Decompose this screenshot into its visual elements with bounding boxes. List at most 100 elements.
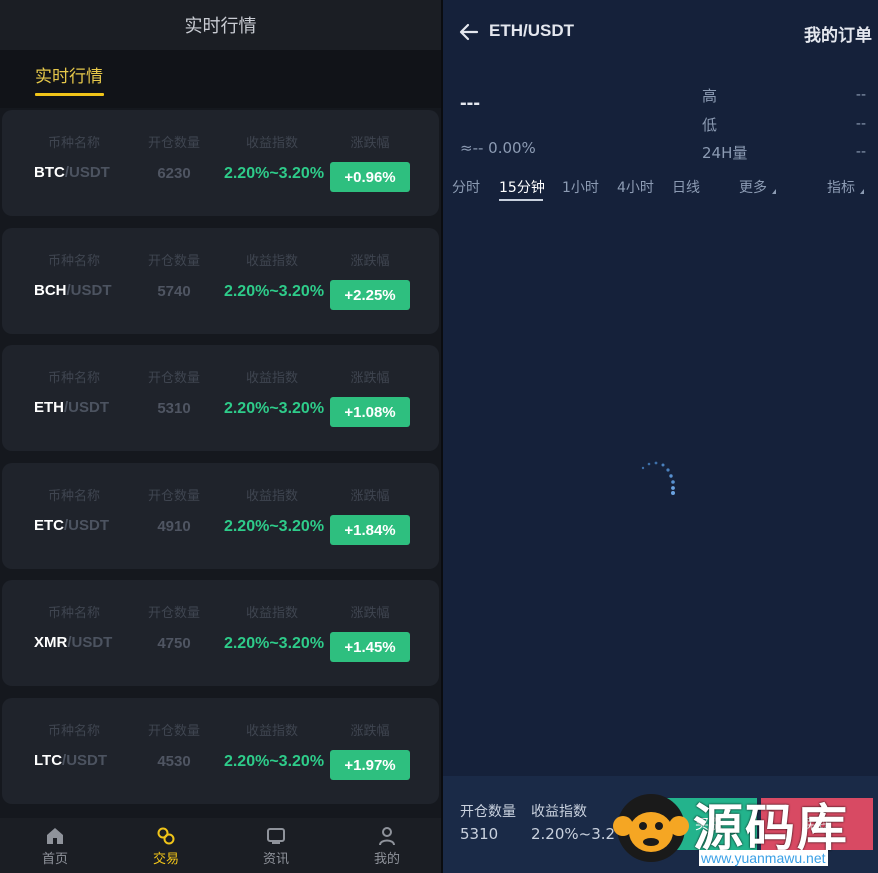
market-header: 实时行情 <box>0 0 441 50</box>
col-header-index: 收益指数 <box>245 254 299 269</box>
col-header-change: 涨跌幅 <box>350 136 390 151</box>
current-price: --- <box>460 92 480 114</box>
timeframe-more-dropdown[interactable]: 更多 <box>739 177 776 197</box>
col-header-qty: 开仓数量 <box>147 724 201 739</box>
nav-home[interactable]: 首页 <box>25 826 85 867</box>
col-header-change: 涨跌幅 <box>350 371 390 386</box>
open-qty: 6230 <box>157 165 191 182</box>
dropdown-triangle-icon <box>860 189 864 194</box>
nav-trade[interactable]: 交易 <box>136 826 196 867</box>
open-qty: 5310 <box>157 400 191 417</box>
market-panel: 实时行情 实时行情 币种名称 开仓数量 收益指数 涨跌幅 BTC/USDT 62… <box>0 0 441 873</box>
market-card-xmr[interactable]: 币种名称 开仓数量 收益指数 涨跌幅 XMR/USDT 4750 2.20%~3… <box>2 580 439 686</box>
yield-index: 2.20%~3.20% <box>223 753 325 770</box>
col-header-name: 币种名称 <box>47 254 101 269</box>
col-header-name: 币种名称 <box>47 724 101 739</box>
trade-icon <box>157 827 175 845</box>
bottom-nav: 首页 交易 资讯 我的 <box>0 818 441 873</box>
timeframe-tick[interactable]: 分时 <box>452 177 480 197</box>
page-title: 实时行情 <box>184 16 257 37</box>
monkey-logo-icon <box>613 794 689 862</box>
col-header-qty: 开仓数量 <box>147 489 201 504</box>
change-badge: +1.84% <box>330 515 410 545</box>
nav-news[interactable]: 资讯 <box>246 826 306 867</box>
market-tabbar: 实时行情 <box>0 50 441 108</box>
tab-active-indicator <box>35 93 104 96</box>
yield-index-label: 收益指数 <box>531 804 587 820</box>
change-badge: +1.08% <box>330 397 410 427</box>
col-header-index: 收益指数 <box>245 606 299 621</box>
nav-trade-label: 交易 <box>152 852 179 867</box>
symbol: XMR/USDT <box>34 634 113 651</box>
col-header-index: 收益指数 <box>245 136 299 151</box>
col-header-qty: 开仓数量 <box>147 606 201 621</box>
open-qty: 4750 <box>157 635 191 652</box>
col-header-name: 币种名称 <box>47 606 101 621</box>
nav-mine-label: 我的 <box>373 852 400 867</box>
symbol: BCH/USDT <box>34 282 112 299</box>
dropdown-triangle-icon <box>772 189 776 194</box>
col-header-change: 涨跌幅 <box>350 489 390 504</box>
open-qty-label: 开仓数量 <box>460 804 516 820</box>
yield-index: 2.20%~3.20% <box>223 635 325 652</box>
tab-realtime-quotes[interactable]: 实时行情 <box>35 62 103 87</box>
col-header-name: 币种名称 <box>47 136 101 151</box>
stat-24h-volume-value: -- <box>855 144 866 160</box>
yield-index: 2.20%~3.20% <box>223 283 325 300</box>
stat-low-label: 低 <box>702 116 718 134</box>
symbol: LTC/USDT <box>34 752 108 769</box>
symbol: ETC/USDT <box>34 517 109 534</box>
timeframe-15m[interactable]: 15分钟 <box>499 177 545 197</box>
col-header-index: 收益指数 <box>245 489 299 504</box>
col-header-change: 涨跌幅 <box>350 254 390 269</box>
news-icon <box>267 828 285 844</box>
nav-mine[interactable]: 我的 <box>357 826 417 867</box>
timeframe-active-indicator <box>499 199 543 201</box>
symbol: BTC/USDT <box>34 164 110 181</box>
nav-home-label: 首页 <box>41 852 68 867</box>
change-badge: +2.25% <box>330 280 410 310</box>
pair-title: ETH/USDT <box>489 21 574 40</box>
col-header-qty: 开仓数量 <box>147 136 201 151</box>
yield-index: 2.20%~3.20% <box>223 400 325 417</box>
timeframe-daily[interactable]: 日线 <box>672 177 700 197</box>
col-header-qty: 开仓数量 <box>147 254 201 269</box>
trade-bar: 开仓数量 5310 收益指数 2.20%~3.2 买涨 买跌 源码库 www.y… <box>443 776 878 873</box>
home-icon <box>47 828 63 844</box>
open-qty: 4530 <box>157 753 191 770</box>
watermark: 源码库 www.yuanmawu.net <box>611 788 873 868</box>
user-icon <box>379 827 395 846</box>
col-header-change: 涨跌幅 <box>350 606 390 621</box>
stat-high-label: 高 <box>702 87 718 105</box>
yield-index: 2.20%~3.20% <box>223 518 325 535</box>
col-header-index: 收益指数 <box>245 371 299 386</box>
loading-spinner-icon <box>641 461 675 495</box>
col-header-change: 涨跌幅 <box>350 724 390 739</box>
indicator-dropdown[interactable]: 指标 <box>827 177 864 197</box>
stat-low-value: -- <box>855 116 866 132</box>
market-card-ltc[interactable]: 币种名称 开仓数量 收益指数 涨跌幅 LTC/USDT 4530 2.20%~3… <box>2 698 439 804</box>
open-qty-value: 5310 <box>460 825 499 843</box>
col-header-qty: 开仓数量 <box>147 371 201 386</box>
back-arrow-icon[interactable] <box>457 20 481 44</box>
market-card-btc[interactable]: 币种名称 开仓数量 收益指数 涨跌幅 BTC/USDT 6230 2.20%~3… <box>2 110 439 216</box>
market-card-eth[interactable]: 币种名称 开仓数量 收益指数 涨跌幅 ETH/USDT 5310 2.20%~3… <box>2 345 439 451</box>
market-card-bch[interactable]: 币种名称 开仓数量 收益指数 涨跌幅 BCH/USDT 5740 2.20%~3… <box>2 228 439 334</box>
pair-detail-panel: ETH/USDT 我的订单 --- ≈-- 0.00% 高 -- 低 -- 24… <box>443 0 878 873</box>
change-badge: +1.45% <box>330 632 410 662</box>
timeframe-4h[interactable]: 4小时 <box>617 177 654 197</box>
col-header-index: 收益指数 <box>245 724 299 739</box>
open-qty: 4910 <box>157 518 191 535</box>
change-badge: +1.97% <box>330 750 410 780</box>
price-change: ≈-- 0.00% <box>460 139 536 157</box>
timeframe-1h[interactable]: 1小时 <box>562 177 599 197</box>
stat-high-value: -- <box>855 87 866 103</box>
symbol: ETH/USDT <box>34 399 109 416</box>
market-card-etc[interactable]: 币种名称 开仓数量 收益指数 涨跌幅 ETC/USDT 4910 2.20%~3… <box>2 463 439 569</box>
watermark-url: www.yuanmawu.net <box>699 850 828 866</box>
my-orders-link[interactable]: 我的订单 <box>804 21 872 46</box>
col-header-name: 币种名称 <box>47 489 101 504</box>
stat-24h-volume-label: 24H量 <box>702 144 748 162</box>
col-header-name: 币种名称 <box>47 371 101 386</box>
change-badge: +0.96% <box>330 162 410 192</box>
